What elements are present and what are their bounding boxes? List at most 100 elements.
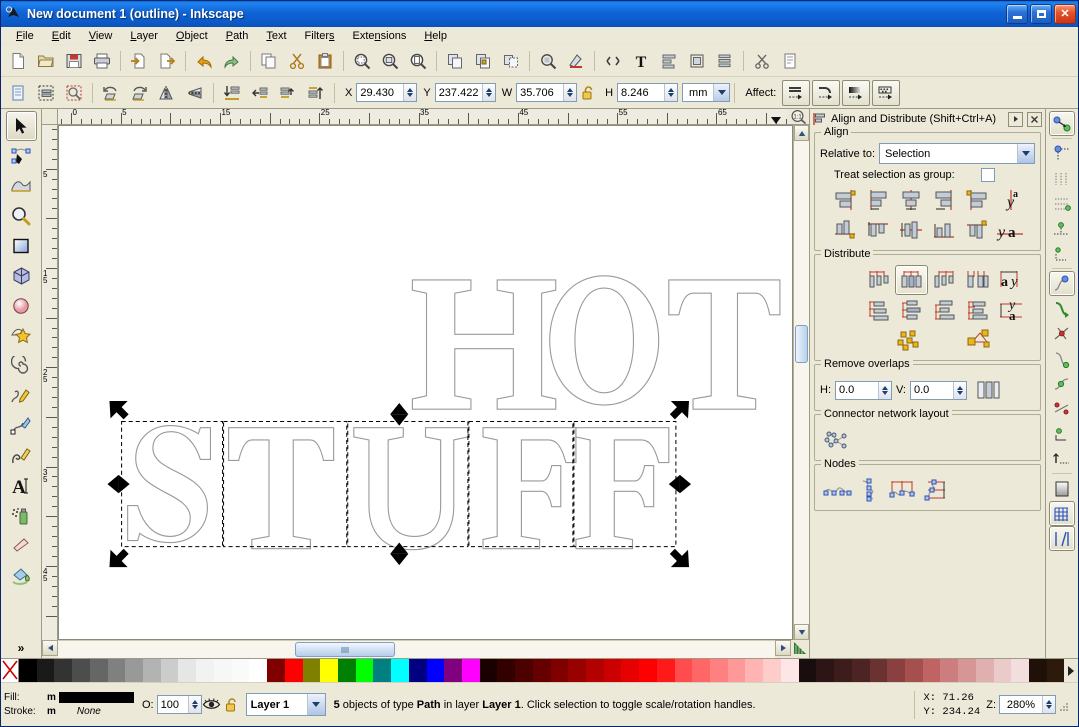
group-icon[interactable]	[469, 47, 497, 75]
align-bottom-edges-icon[interactable]	[928, 215, 961, 245]
palette-swatch[interactable]	[904, 659, 923, 682]
palette-swatch[interactable]	[692, 659, 711, 682]
raise-to-top-icon[interactable]	[302, 79, 330, 107]
menu-item-view[interactable]: View	[80, 29, 122, 43]
h-input[interactable]	[618, 84, 665, 101]
text-tool-icon[interactable]: T	[627, 47, 655, 75]
tweak-tool[interactable]	[6, 171, 37, 201]
palette-swatch[interactable]	[798, 659, 817, 682]
relative-to-select[interactable]: Selection	[879, 143, 1035, 164]
palette-swatch[interactable]	[426, 659, 445, 682]
scroll-down-button[interactable]	[794, 624, 809, 640]
palette-swatch[interactable]	[284, 659, 303, 682]
palette-swatch[interactable]	[267, 659, 285, 682]
distribute-top-edges-icon[interactable]	[862, 295, 895, 325]
panel-menu-icon[interactable]	[1008, 111, 1023, 127]
snap-bbox-center-icon[interactable]	[1049, 241, 1075, 266]
menu-item-edit[interactable]: Edit	[43, 29, 80, 43]
snap-path-icon[interactable]	[1049, 296, 1075, 321]
deselect-icon[interactable]	[60, 79, 88, 107]
palette-swatches[interactable]	[19, 659, 1065, 682]
document-properties-icon[interactable]	[776, 47, 804, 75]
layer-selector[interactable]: Layer 1	[245, 693, 326, 716]
h-spinner-arrows[interactable]	[664, 84, 678, 101]
distribute-text-baselines-vertically-icon[interactable]: ya	[994, 295, 1027, 325]
palette-swatch[interactable]	[302, 659, 321, 682]
distribute-right-edges-icon[interactable]	[928, 265, 961, 295]
cut-icon[interactable]	[283, 47, 311, 75]
distribute-bottom-edges-icon[interactable]	[928, 295, 961, 325]
zoom-arrows[interactable]	[1042, 696, 1055, 713]
bezier-tool[interactable]	[6, 411, 37, 441]
palette-swatch[interactable]	[391, 659, 409, 682]
open-document-icon[interactable]	[32, 47, 60, 75]
zoom-control[interactable]: Z:	[986, 695, 1075, 714]
layer-visible-icon[interactable]	[202, 695, 222, 715]
vertical-scroll-thumb[interactable]	[795, 324, 808, 364]
box3d-tool[interactable]	[6, 261, 37, 291]
opacity-control[interactable]: O:	[142, 695, 202, 714]
flip-horizontal-icon[interactable]	[153, 79, 181, 107]
save-document-icon[interactable]	[60, 47, 88, 75]
import-icon[interactable]	[125, 47, 153, 75]
palette-swatch[interactable]	[320, 659, 338, 682]
scroll-right-button[interactable]	[775, 640, 791, 656]
snap-object-center-icon[interactable]	[1049, 421, 1075, 446]
vertical-ruler[interactable]: 5 15 25 35 45	[42, 125, 58, 640]
palette-swatch[interactable]	[656, 659, 675, 682]
center-on-vertical-axis-icon[interactable]	[895, 185, 928, 215]
y-input[interactable]	[435, 84, 482, 101]
randomize-centers-icon[interactable]	[893, 325, 926, 355]
overlap-h-spinner[interactable]	[835, 380, 892, 400]
object-properties-icon[interactable]	[534, 47, 562, 75]
center-on-horizontal-axis-icon[interactable]	[895, 215, 928, 245]
duplicate-icon[interactable]	[441, 47, 469, 75]
palette-swatch[interactable]	[586, 659, 604, 682]
palette-swatch[interactable]	[515, 659, 533, 682]
menu-item-text[interactable]: Text	[257, 29, 295, 43]
eraser-tool[interactable]	[6, 531, 37, 561]
palette-swatch[interactable]	[231, 659, 250, 682]
palette-swatch[interactable]	[745, 659, 764, 682]
select-all-icon[interactable]	[4, 79, 32, 107]
paintbucket-tool[interactable]	[6, 561, 37, 591]
drawing-canvas[interactable]	[58, 125, 793, 640]
palette-swatch[interactable]	[887, 659, 905, 682]
spiral-tool[interactable]	[6, 351, 37, 381]
align-top-edges-icon[interactable]	[862, 215, 895, 245]
flip-vertical-icon[interactable]	[181, 79, 209, 107]
layers-icon[interactable]	[711, 47, 739, 75]
treat-as-group-checkbox[interactable]	[981, 168, 995, 182]
palette-swatch[interactable]	[993, 659, 1012, 682]
palette-swatch[interactable]	[36, 659, 55, 682]
ellipse-tool[interactable]	[6, 291, 37, 321]
align-left-edges-to-right-anchor-icon[interactable]	[961, 185, 994, 215]
align-bottom-edges-to-top-anchor-icon[interactable]	[829, 215, 862, 245]
x-input[interactable]	[357, 84, 404, 101]
print-document-icon[interactable]	[88, 47, 116, 75]
snap-intersection-icon[interactable]	[1049, 321, 1075, 346]
maximize-button[interactable]	[1030, 4, 1052, 24]
selector-tool[interactable]	[5, 111, 37, 141]
snap-bbox-edge-icon[interactable]	[1049, 166, 1075, 191]
center-on-horizontal-axis-equidistant-icon[interactable]	[895, 295, 928, 325]
palette-swatch[interactable]	[497, 659, 516, 682]
star-tool[interactable]	[6, 321, 37, 351]
none-x-icon[interactable]	[1, 659, 19, 682]
graph-layout-icon[interactable]	[820, 425, 853, 455]
palette-swatch[interactable]	[550, 659, 569, 682]
node-tool[interactable]	[6, 141, 37, 171]
snap-master-icon[interactable]	[1049, 111, 1075, 136]
redo-icon[interactable]	[218, 47, 246, 75]
snap-line-midpoint-icon[interactable]	[1049, 396, 1075, 421]
horizontal-scrollbar[interactable]	[42, 640, 809, 658]
minimize-button[interactable]	[1006, 4, 1028, 24]
rectangle-tool[interactable]	[6, 231, 37, 261]
chevron-down-icon[interactable]	[306, 694, 325, 715]
palette-swatch[interactable]	[532, 659, 551, 682]
rotate-ccw-icon[interactable]	[97, 79, 125, 107]
palette-swatch[interactable]	[975, 659, 994, 682]
palette-swatch[interactable]	[940, 659, 959, 682]
palette-swatch[interactable]	[479, 659, 498, 682]
units-select[interactable]: mm	[682, 83, 731, 102]
